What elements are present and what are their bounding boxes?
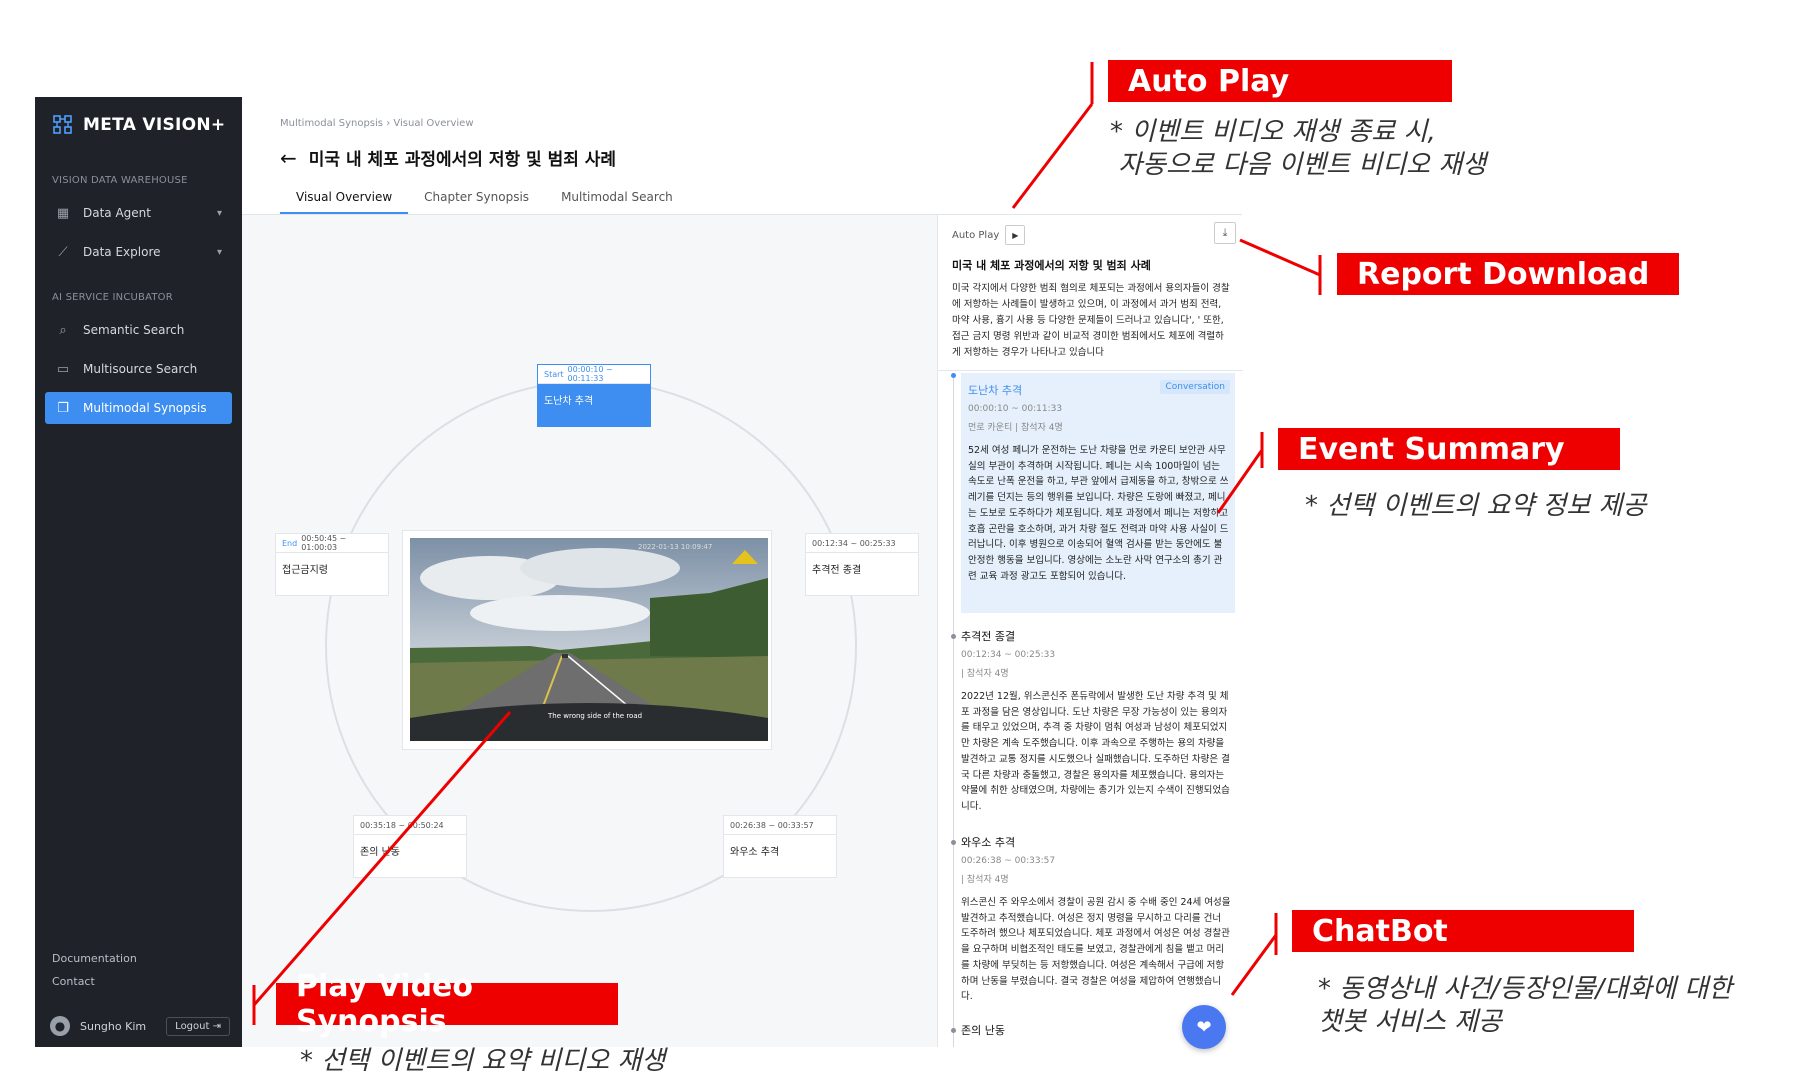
note-event-summary: * 선택 이벤트의 요약 정보 제공 (1305, 491, 1647, 521)
callout-auto-play: Auto Play (1108, 60, 1452, 102)
note-line: * 동영상내 사건/등장인물/대화에 대한 (1318, 974, 1733, 1004)
callout-chatbot: ChatBot (1292, 910, 1634, 952)
note-play-video-synopsis: * 선택 이벤트의 요약 비디오 재생 (300, 1046, 666, 1076)
callout-event-summary: Event Summary (1278, 428, 1620, 470)
note-chatbot: * 동영상내 사건/등장인물/대화에 대한 챗봇 서비스 제공 (1318, 973, 1732, 1039)
note-line: 자동으로 다음 이벤트 비디오 재생 (1110, 150, 1487, 180)
note-line: 챗봇 서비스 제공 (1318, 1007, 1502, 1037)
note-auto-play: * 이벤트 비디오 재생 종료 시, 자동으로 다음 이벤트 비디오 재생 (1110, 116, 1486, 182)
callout-report-download: Report Download (1337, 253, 1679, 295)
callout-play-video-synopsis: Play Video Synopsis (276, 969, 618, 1039)
note-line: * 이벤트 비디오 재생 종료 시, (1110, 117, 1436, 147)
